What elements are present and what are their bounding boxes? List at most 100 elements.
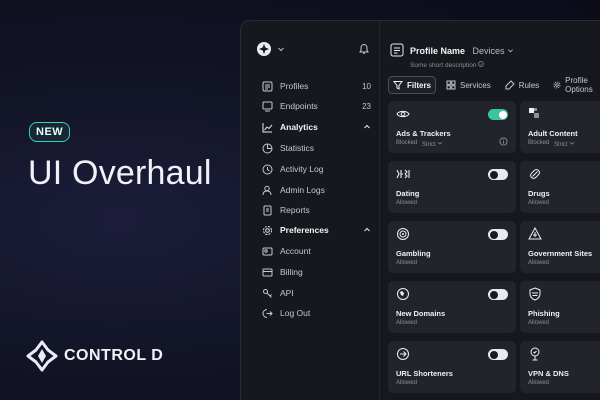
filter-title: Phishing — [528, 309, 560, 318]
sidebar-item-reports[interactable]: Reports — [261, 201, 371, 219]
reports-icon — [261, 204, 274, 217]
eye-icon — [396, 110, 410, 118]
filter-card-new-domains[interactable]: New Domains Allowed — [388, 281, 516, 333]
filter-title: Government Sites — [528, 249, 593, 258]
filter-mode: Strict — [554, 142, 568, 148]
filter-title: URL Shorteners — [396, 369, 453, 378]
ads-trackers-toggle[interactable] — [488, 109, 508, 120]
profile-description: Some short description — [410, 62, 477, 69]
sidebar-item-label: Admin Logs — [280, 185, 325, 195]
sidebar-item-billing[interactable]: Billing — [261, 263, 371, 281]
sidebar-item-api[interactable]: API — [261, 284, 371, 302]
filter-status: Allowed — [528, 320, 550, 326]
sidebar-item-label: Statistics — [280, 143, 315, 153]
admin-logs-icon — [261, 184, 274, 197]
sidebar-item-statistics[interactable]: Statistics — [261, 139, 371, 157]
toggle-knob — [489, 350, 498, 359]
filter-mode: Strict — [422, 142, 436, 148]
filter-mode-dropdown[interactable]: Strict — [554, 140, 575, 148]
filter-card-drugs[interactable]: Drugs Allowed — [520, 161, 600, 213]
profile-description-row: Some short description — [410, 61, 514, 69]
sidebar-item-label: Profiles — [280, 81, 309, 91]
tab-label: Profile Options — [565, 76, 593, 94]
tab-label: Services — [460, 80, 491, 90]
sidebar-item-logout[interactable]: Log Out — [261, 304, 371, 322]
sidebar-section-preferences[interactable]: Preferences — [261, 221, 371, 239]
sidebar-section-analytics[interactable]: Analytics — [261, 118, 371, 136]
info-icon[interactable] — [499, 137, 508, 146]
tab-filters[interactable]: Filters — [388, 76, 437, 94]
chevron-up-icon — [364, 124, 370, 129]
sidebar-item-label: Analytics — [280, 122, 318, 132]
dating-toggle[interactable] — [488, 169, 508, 180]
hero-title: UI Overhaul — [28, 154, 212, 192]
filter-title: Gambling — [396, 249, 431, 258]
filter-title: Dating — [396, 189, 420, 198]
chevron-down-icon — [570, 141, 575, 145]
chevron-down-icon — [508, 49, 514, 53]
filter-title: Adult Content — [528, 129, 578, 138]
billing-icon — [261, 266, 274, 279]
vpn-dns-icon — [530, 347, 540, 361]
filter-status: Allowed — [528, 200, 550, 206]
tab-label: Rules — [518, 80, 540, 90]
devices-dropdown[interactable]: Devices — [472, 46, 514, 56]
profile-header: Profile Name Devices Some short descript… — [390, 41, 514, 69]
sidebar-item-profiles[interactable]: Profiles 10 — [261, 77, 371, 95]
filter-card-url-shorteners[interactable]: URL Shorteners Allowed — [388, 341, 516, 393]
gambling-toggle[interactable] — [488, 229, 508, 240]
logout-icon — [261, 307, 274, 320]
filter-title: Drugs — [528, 189, 550, 198]
filter-status: Allowed — [396, 260, 418, 266]
sidebar-item-label: Account — [280, 246, 311, 256]
filter-card-gambling[interactable]: Gambling Allowed — [388, 221, 516, 273]
sidebar-item-activity-log[interactable]: Activity Log — [261, 160, 371, 178]
new-domains-icon — [397, 288, 409, 300]
tab-services[interactable]: Services — [442, 76, 495, 94]
profiles-count: 10 — [362, 81, 371, 91]
endpoints-icon — [261, 100, 274, 113]
devices-label: Devices — [472, 46, 505, 56]
sidebar-item-admin-logs[interactable]: Admin Logs — [261, 181, 371, 199]
filter-card-adult-content[interactable]: Adult Content Blocked Strict — [520, 101, 600, 153]
info-icon[interactable] — [478, 61, 485, 67]
government-icon — [528, 227, 542, 240]
gear-icon — [261, 224, 274, 237]
filter-card-vpn-dns[interactable]: VPN & DNS Allowed — [520, 341, 600, 393]
services-icon — [446, 80, 456, 90]
filter-status: Allowed — [396, 380, 418, 386]
sidebar: Profiles 10 Endpoints 23 Analytics Stati… — [241, 21, 379, 400]
filter-card-government-sites[interactable]: Government Sites Allowed — [520, 221, 600, 273]
filter-card-ads-trackers[interactable]: Ads & Trackers Blocked Strict — [388, 101, 516, 153]
filter-status: Allowed — [396, 200, 418, 206]
new-badge: NEW — [29, 122, 71, 142]
sidebar-item-label: Preferences — [280, 225, 329, 235]
brand-name: CONTROL D — [64, 347, 164, 364]
filter-status: Allowed — [396, 320, 418, 326]
tab-profile-options[interactable]: Profile Options — [549, 76, 600, 94]
endpoints-count: 23 — [362, 101, 371, 111]
chevron-down-icon — [278, 47, 284, 52]
phishing-icon — [529, 287, 541, 301]
statistics-icon — [261, 142, 274, 155]
sidebar-item-account[interactable]: Account — [261, 242, 371, 260]
filter-card-phishing[interactable]: Phishing Allowed — [520, 281, 600, 333]
sidebar-item-label: Log Out — [280, 308, 311, 318]
filter-title: VPN & DNS — [528, 369, 569, 378]
sidebar-item-label: Reports — [280, 205, 310, 215]
tab-rules[interactable]: Rules — [501, 76, 543, 94]
new-domains-toggle[interactable] — [488, 289, 508, 300]
profile-options-icon — [553, 81, 561, 89]
filter-mode-dropdown[interactable]: Strict — [422, 140, 443, 148]
bell-icon[interactable] — [358, 43, 370, 55]
url-shorteners-toggle[interactable] — [488, 349, 508, 360]
filter-card-dating[interactable]: Dating Allowed — [388, 161, 516, 213]
org-switcher[interactable] — [256, 41, 285, 57]
profile-name: Profile Name — [410, 46, 466, 56]
control-d-logo-icon — [26, 340, 58, 372]
sidebar-item-endpoints[interactable]: Endpoints 23 — [261, 97, 371, 115]
main-content: Profile Name Devices Some short descript… — [379, 21, 600, 400]
drugs-icon — [530, 169, 540, 179]
filter-title: Ads & Trackers — [396, 129, 451, 138]
sidebar-item-label: Billing — [280, 267, 303, 277]
